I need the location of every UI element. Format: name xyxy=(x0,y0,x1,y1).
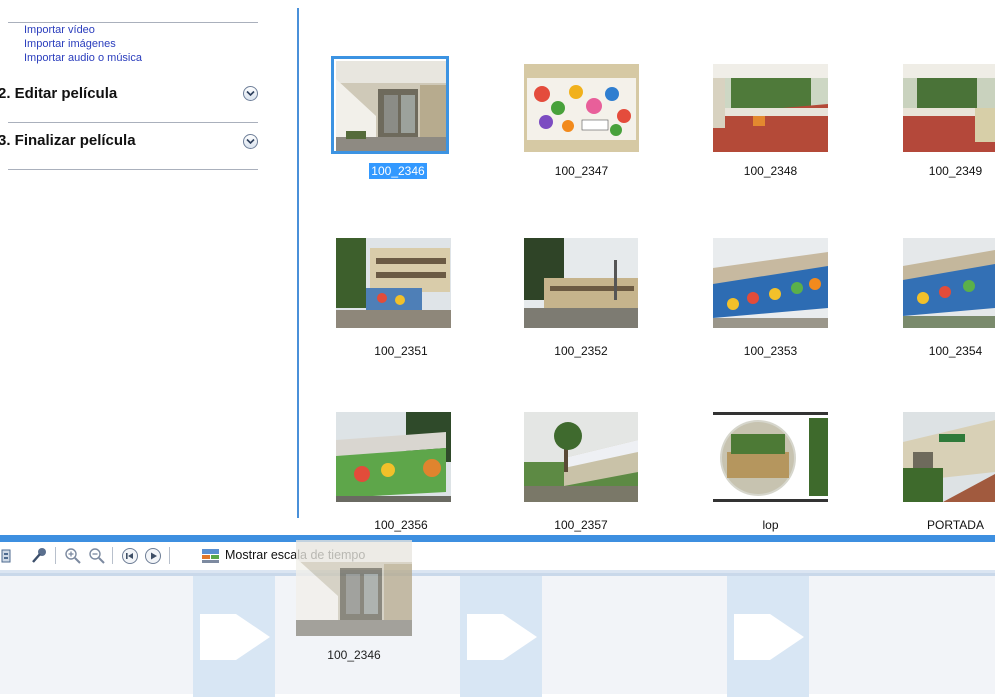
clip-tile[interactable]: PORTADA xyxy=(903,412,995,536)
storyboard-toolbar xyxy=(0,542,995,570)
clip-tile[interactable]: lop xyxy=(713,412,843,536)
clip-thumbnail xyxy=(713,238,828,328)
clip-label: PORTADA xyxy=(927,518,984,532)
import-images-link[interactable]: Importar imágenes xyxy=(24,38,116,50)
section-divider xyxy=(8,169,258,170)
narrate-icon[interactable] xyxy=(30,547,48,565)
clip-tile[interactable]: 100_2348 xyxy=(713,58,843,188)
clip-tile[interactable]: 100_2349 xyxy=(903,58,995,188)
storyboard-divider[interactable] xyxy=(0,535,995,542)
section-edit-movie[interactable]: 2. Editar película xyxy=(0,85,117,102)
selection-box xyxy=(331,56,449,154)
transition-slot[interactable] xyxy=(460,576,542,697)
clip-thumbnail xyxy=(903,238,995,328)
clip-label: 100_2347 xyxy=(554,164,609,178)
clip-label: lop xyxy=(762,518,779,532)
section-finish-movie[interactable]: 3. Finalizar película xyxy=(0,132,136,149)
clip-label: 100_2352 xyxy=(554,344,608,358)
transition-arrow-icon xyxy=(467,614,537,660)
clip-label: 100_2351 xyxy=(374,344,428,358)
clip-tile[interactable]: 100_2353 xyxy=(713,238,843,368)
clip-label: 100_2356 xyxy=(374,518,428,532)
clip-thumbnail xyxy=(903,412,995,502)
clip-label: 100_2349 xyxy=(928,164,983,178)
toolbar-separator xyxy=(55,547,56,564)
toolbar-separator xyxy=(169,547,170,564)
drag-preview-label: 100_2346 xyxy=(327,648,381,662)
collection-grid: 100_2346 100_2347 100_2348 100_2349 100_… xyxy=(300,0,995,536)
clip-label: 100_2346 xyxy=(369,163,427,179)
pane-splitter[interactable] xyxy=(297,8,299,518)
clip-label: 100_2357 xyxy=(554,518,608,532)
drag-preview-thumbnail xyxy=(296,540,412,636)
clip-thumbnail xyxy=(524,412,638,502)
clip-tile[interactable]: 100_2351 xyxy=(333,238,463,368)
clip-thumbnail xyxy=(713,64,828,152)
storyboard xyxy=(0,570,995,697)
clip-thumbnail xyxy=(713,412,828,502)
expand-edit-chevron-icon[interactable] xyxy=(243,86,258,101)
clip-tile[interactable]: 100_2356 xyxy=(333,412,463,536)
clip-tile[interactable]: 100_2347 xyxy=(508,58,639,188)
clip-label: 100_2353 xyxy=(743,344,798,358)
play-icon[interactable] xyxy=(144,547,162,565)
import-video-link[interactable]: Importar vídeo xyxy=(24,24,95,36)
transition-slot[interactable] xyxy=(193,576,275,697)
clip-thumbnail xyxy=(336,238,451,328)
clip-tile[interactable]: 100_2346 xyxy=(331,56,463,188)
clip-thumbnail xyxy=(336,412,451,502)
transition-arrow-icon xyxy=(200,614,270,660)
transition-slot[interactable] xyxy=(727,576,809,697)
clip-thumbnail xyxy=(903,64,995,152)
storyboard-icon[interactable] xyxy=(0,547,14,565)
section-divider xyxy=(8,122,258,123)
zoom-out-icon[interactable] xyxy=(88,547,106,565)
import-audio-link[interactable]: Importar audio o música xyxy=(24,52,142,64)
timeline-icon[interactable] xyxy=(201,547,221,565)
clip-tile[interactable]: 100_2354 xyxy=(903,238,995,368)
task-divider xyxy=(8,22,258,23)
rewind-icon[interactable] xyxy=(121,547,139,565)
clip-label: 100_2354 xyxy=(928,344,983,358)
transition-arrow-icon xyxy=(734,614,804,660)
clip-thumbnail xyxy=(524,64,639,152)
task-pane: Importar vídeo Importar imágenes Importa… xyxy=(0,0,298,518)
clip-thumbnail xyxy=(524,238,638,328)
clip-tile[interactable]: 100_2357 xyxy=(524,412,654,536)
clip-tile[interactable]: 100_2352 xyxy=(524,238,654,368)
toolbar-separator xyxy=(112,547,113,564)
expand-finish-chevron-icon[interactable] xyxy=(243,134,258,149)
clip-label: 100_2348 xyxy=(743,164,798,178)
zoom-in-icon[interactable] xyxy=(64,547,82,565)
